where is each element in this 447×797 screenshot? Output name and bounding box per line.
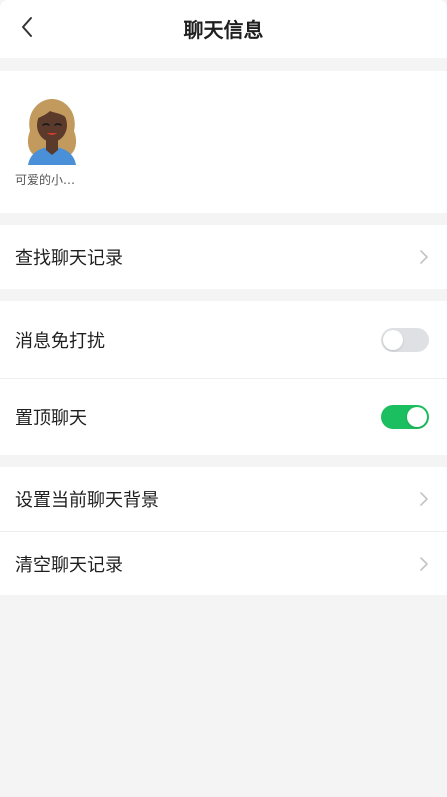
toggle-knob [383, 329, 403, 350]
find-history-label: 查找聊天记录 [15, 248, 123, 269]
clear-history-label: 清空聊天记录 [15, 554, 123, 576]
settings-section: 设置当前聊天背景 清空聊天记录 [0, 467, 447, 595]
member-item[interactable]: 可爱的小… [14, 95, 90, 188]
pin-toggle[interactable] [381, 405, 429, 429]
pin-label: 置顶聊天 [15, 408, 87, 429]
header-bar: 聊天信息 [0, 0, 447, 58]
chevron-right-icon [420, 492, 428, 506]
mute-row: 消息免打扰 [0, 301, 447, 378]
toggle-knob [407, 407, 427, 427]
set-background-label: 设置当前聊天背景 [15, 490, 159, 511]
pin-row: 置顶聊天 [0, 378, 447, 455]
page-title: 聊天信息 [183, 18, 264, 42]
search-section: 查找聊天记录 [0, 225, 447, 289]
set-background-row[interactable]: 设置当前聊天背景 [0, 467, 447, 531]
chevron-right-icon [420, 250, 428, 264]
mute-toggle[interactable] [381, 327, 429, 352]
chat-info-page: 聊天信息 可爱的小… 查找聊天记录 消息免打扰 置顶聊天 设置当前聊天背景 清空… [0, 0, 447, 797]
member-list: 可爱的小… [0, 71, 447, 213]
mute-label: 消息免打扰 [15, 330, 105, 352]
toggle-section: 消息免打扰 置顶聊天 [0, 301, 447, 455]
woman-avatar-icon [20, 95, 84, 165]
clear-history-row[interactable]: 清空聊天记录 [0, 531, 447, 595]
chevron-right-icon [420, 556, 428, 571]
member-name: 可爱的小… [15, 173, 76, 187]
find-history-row[interactable]: 查找聊天记录 [0, 225, 447, 289]
